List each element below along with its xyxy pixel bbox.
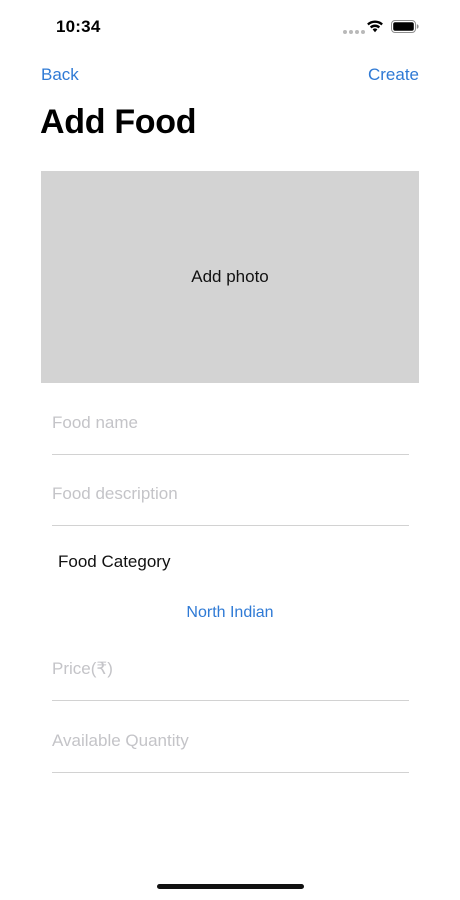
available-quantity-field-container xyxy=(52,714,409,773)
food-name-input[interactable] xyxy=(52,413,409,433)
back-button[interactable]: Back xyxy=(41,65,79,85)
wifi-icon xyxy=(367,20,383,33)
home-indicator[interactable] xyxy=(157,884,304,889)
price-field-container xyxy=(52,642,409,701)
signal-dots-icon xyxy=(343,30,365,34)
add-photo-button[interactable]: Add photo xyxy=(41,171,419,383)
price-input[interactable] xyxy=(52,659,409,679)
food-description-field-container xyxy=(52,467,409,526)
food-category-picker[interactable]: North Indian xyxy=(0,604,460,622)
food-category-label: Food Category xyxy=(58,552,171,571)
battery-icon xyxy=(391,20,419,33)
status-bar: 10:34 xyxy=(0,0,460,54)
page-title: Add Food xyxy=(40,103,197,141)
create-button[interactable]: Create xyxy=(368,65,419,85)
food-name-field-container xyxy=(52,396,409,455)
food-description-input[interactable] xyxy=(52,484,409,504)
status-time: 10:34 xyxy=(56,17,101,36)
add-photo-label: Add photo xyxy=(191,267,269,286)
available-quantity-input[interactable] xyxy=(52,731,409,751)
